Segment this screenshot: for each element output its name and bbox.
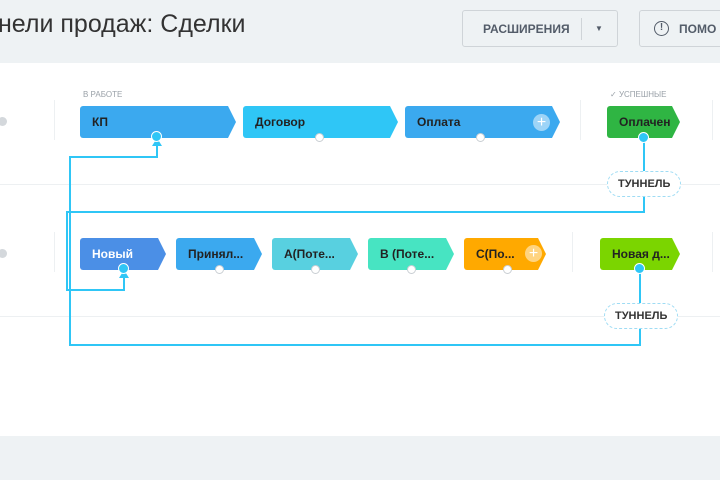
connector-dot[interactable] [503,265,512,274]
stage-label: Договор [255,115,306,129]
connector-dot[interactable] [634,263,645,274]
tunnel-badge[interactable]: ТУННЕЛЬ [604,303,679,329]
connector-dot[interactable] [151,131,162,142]
connector-dot[interactable] [407,265,416,274]
connector-dot[interactable] [215,265,224,274]
stage-label: С(По... [476,247,515,261]
add-stage-icon[interactable]: + [525,245,542,262]
stage-label: Принял... [188,247,244,261]
tunnel-badge[interactable]: ТУННЕЛЬ [607,171,682,197]
stage-label: В (Поте... [380,247,435,261]
stage-label: Оплата [417,115,461,129]
connector-dot[interactable] [315,133,324,142]
connector-dot[interactable] [311,265,320,274]
stage-label: КП [92,115,108,129]
connector-dot[interactable] [476,133,485,142]
stage-label: Оплачен [619,115,671,129]
connector-dot[interactable] [638,132,649,143]
add-stage-icon[interactable]: + [533,114,550,131]
stage-label: Новый [92,247,133,261]
stage-label: Новая д... [612,247,670,261]
stage-label: А(Поте... [284,247,335,261]
connector-dot[interactable] [118,263,129,274]
